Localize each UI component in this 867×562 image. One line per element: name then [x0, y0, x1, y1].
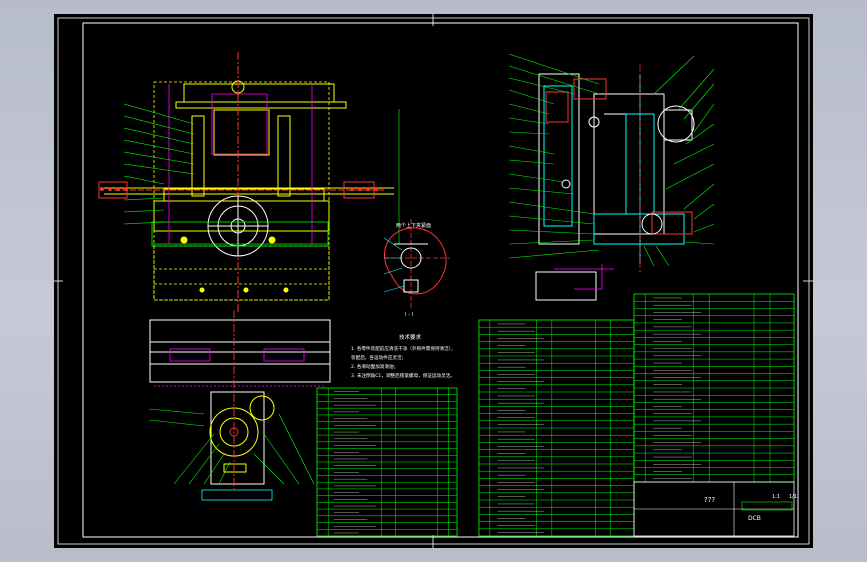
parts-table-right	[633, 293, 795, 483]
drawing-title: ???	[704, 496, 715, 504]
drawing-sheet: 两个上下夹紧面 I - I 技术要求 1. 各零件装配前应清洗干净（外购件需保持…	[54, 14, 813, 548]
parts-list-tables	[316, 293, 795, 537]
technical-note-line: 1. 各零件装配前应清洗干净（外购件需保持清洁），	[351, 345, 456, 352]
detail-view-scale: I - I	[405, 312, 413, 318]
drawing-sheet-number: 1/1	[789, 494, 797, 500]
parts-table-left	[316, 387, 458, 537]
section-view-assembly	[508, 53, 715, 301]
drawing-number: DCB	[748, 515, 761, 522]
parts-table-center	[478, 319, 635, 537]
drawing-scale: 1:1	[772, 494, 780, 500]
technical-note-line: 装配后，各运动件应灵活；	[351, 354, 406, 361]
technical-notes-title: 技术要求	[399, 333, 422, 341]
technical-note-line: 2. 各滑动面加润滑油；	[351, 363, 398, 370]
front-view-assembly	[98, 52, 400, 314]
technical-note-line: 3. 未注倒角C1，调整后锁紧螺母，保证运动灵活。	[351, 372, 455, 379]
technical-notes: 技术要求 1. 各零件装配前应清洗干净（外购件需保持清洁）， 装配后，各运动件应…	[351, 333, 456, 379]
sheet-frame	[54, 14, 813, 548]
detail-view-title: 两个上下夹紧面	[396, 222, 431, 229]
title-block: ??? DCB 1:1 1/1	[633, 481, 797, 537]
detail-view: 两个上下夹紧面 I - I	[383, 219, 450, 318]
cad-drawing-canvas: 两个上下夹紧面 I - I 技术要求 1. 各零件装配前应清洗干净（外购件需保持…	[54, 14, 813, 548]
side-view-assembly	[148, 310, 331, 501]
